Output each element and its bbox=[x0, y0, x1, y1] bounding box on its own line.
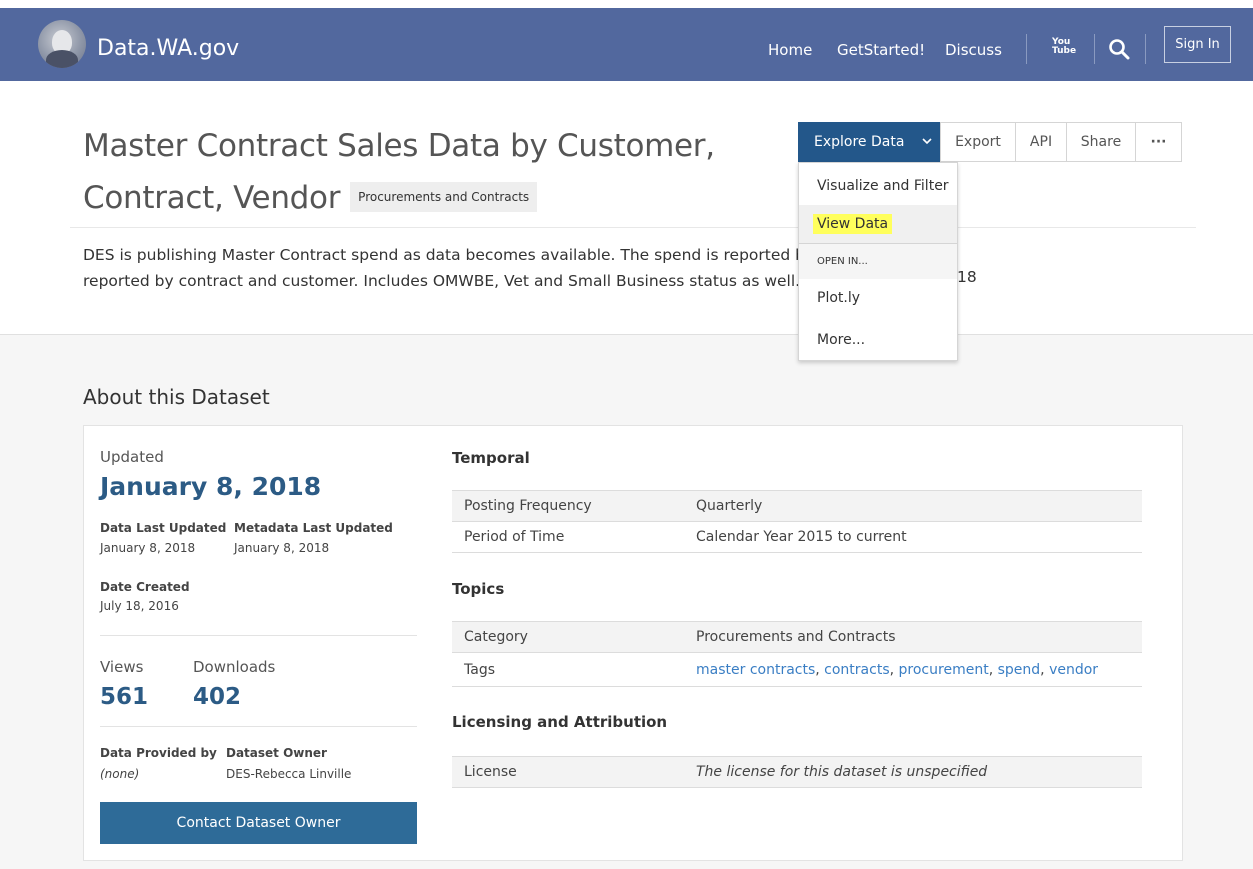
nav-home[interactable]: Home bbox=[768, 41, 812, 59]
nav-divider bbox=[1026, 34, 1027, 64]
site-header: Data.WA.gov Home GetStarted! Discuss You… bbox=[0, 8, 1253, 81]
posting-frequency-value: Quarterly bbox=[684, 490, 1142, 522]
nav-discuss[interactable]: Discuss bbox=[945, 41, 1002, 59]
date-created-label: Date Created bbox=[100, 580, 190, 594]
topics-table: Category Procurements and Contracts Tags… bbox=[452, 621, 1142, 687]
more-actions-button[interactable]: ··· bbox=[1135, 122, 1182, 162]
dataset-owner-label: Dataset Owner bbox=[226, 746, 327, 760]
contact-dataset-owner-button[interactable]: Contact Dataset Owner bbox=[100, 802, 417, 844]
data-last-updated-value: January 8, 2018 bbox=[100, 541, 196, 555]
metadata-last-updated-label: Metadata Last Updated bbox=[234, 521, 393, 535]
tags-label: Tags bbox=[452, 652, 684, 687]
api-button[interactable]: API bbox=[1015, 122, 1067, 162]
explore-data-dropdown: Visualize and Filter View Data OPEN IN..… bbox=[798, 162, 958, 361]
category-badge[interactable]: Procurements and Contracts bbox=[350, 181, 538, 212]
title-divider bbox=[70, 227, 1196, 228]
data-last-updated-label: Data Last Updated bbox=[100, 521, 227, 535]
temporal-heading: Temporal bbox=[452, 449, 530, 467]
tag-link[interactable]: contracts bbox=[824, 662, 889, 678]
tag-link[interactable]: vendor bbox=[1049, 662, 1098, 678]
site-name[interactable]: Data.WA.gov bbox=[97, 36, 239, 61]
menu-item-visualize-filter[interactable]: Visualize and Filter bbox=[799, 167, 957, 205]
tag-link[interactable]: spend bbox=[998, 662, 1041, 678]
category-label: Category bbox=[452, 621, 684, 653]
page-title: Master Contract Sales Data by Customer, … bbox=[83, 120, 773, 224]
license-label: License bbox=[452, 756, 684, 788]
explore-data-label: Explore Data bbox=[814, 134, 905, 150]
description-overflow-text: 18 bbox=[957, 268, 977, 286]
topics-heading: Topics bbox=[452, 580, 505, 598]
search-icon[interactable] bbox=[1108, 38, 1130, 60]
table-row: Period of Time Calendar Year 2015 to cur… bbox=[452, 521, 1142, 553]
licensing-heading: Licensing and Attribution bbox=[452, 713, 668, 731]
nav-divider bbox=[1094, 34, 1095, 64]
left-divider bbox=[100, 635, 417, 636]
licensing-table: License The license for this dataset is … bbox=[452, 756, 1142, 788]
export-button[interactable]: Export bbox=[940, 122, 1016, 162]
tag-link[interactable]: master contracts bbox=[696, 662, 815, 678]
nav-getstarted[interactable]: GetStarted! bbox=[837, 41, 925, 59]
about-section-title: About this Dataset bbox=[83, 385, 270, 409]
data-provided-by-value: (none) bbox=[100, 767, 140, 781]
table-row: Posting Frequency Quarterly bbox=[452, 490, 1142, 522]
metadata-last-updated-value: January 8, 2018 bbox=[234, 541, 330, 555]
views-label: Views bbox=[100, 658, 144, 676]
menu-item-plotly[interactable]: Plot.ly bbox=[799, 279, 957, 317]
tags-value: master contracts, contracts, procurement… bbox=[684, 652, 1142, 687]
date-created-value: July 18, 2016 bbox=[100, 599, 179, 613]
menu-item-view-data[interactable]: View Data bbox=[799, 205, 957, 243]
chevron-down-icon bbox=[922, 138, 932, 145]
share-button[interactable]: Share bbox=[1066, 122, 1136, 162]
temporal-table: Posting Frequency Quarterly Period of Ti… bbox=[452, 490, 1142, 553]
posting-frequency-label: Posting Frequency bbox=[452, 490, 684, 522]
left-divider bbox=[100, 726, 417, 727]
youtube-icon[interactable]: You Tube bbox=[1052, 38, 1076, 58]
data-provided-by-label: Data Provided by bbox=[100, 746, 217, 760]
state-seal-logo[interactable] bbox=[38, 20, 86, 68]
period-of-time-label: Period of Time bbox=[452, 521, 684, 553]
menu-item-view-data-label: View Data bbox=[813, 214, 893, 234]
period-of-time-value: Calendar Year 2015 to current bbox=[684, 521, 1142, 553]
open-in-header: OPEN IN... bbox=[799, 243, 957, 279]
dataset-owner-value: DES-Rebecca Linville bbox=[226, 767, 352, 781]
table-row: Category Procurements and Contracts bbox=[452, 621, 1142, 653]
nav-divider bbox=[1145, 34, 1146, 64]
updated-date: January 8, 2018 bbox=[100, 472, 322, 501]
table-row: Tags master contracts, contracts, procur… bbox=[452, 652, 1142, 687]
explore-data-button[interactable]: Explore Data bbox=[798, 122, 940, 162]
menu-item-more[interactable]: More... bbox=[799, 321, 957, 359]
license-value: The license for this dataset is unspecif… bbox=[684, 756, 1142, 788]
updated-label: Updated bbox=[100, 448, 164, 466]
downloads-count: 402 bbox=[193, 684, 242, 710]
downloads-label: Downloads bbox=[193, 658, 276, 676]
category-value: Procurements and Contracts bbox=[684, 621, 1142, 653]
sign-in-button[interactable]: Sign In bbox=[1164, 26, 1231, 63]
tag-link[interactable]: procurement bbox=[899, 662, 989, 678]
views-count: 561 bbox=[100, 684, 149, 710]
table-row: License The license for this dataset is … bbox=[452, 756, 1142, 788]
